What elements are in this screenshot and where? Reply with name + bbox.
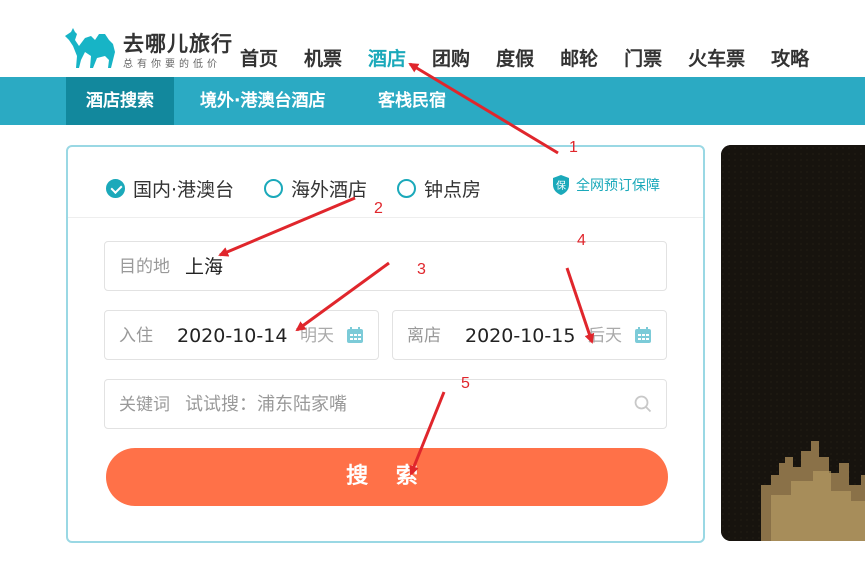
nav-home[interactable]: 首页 (240, 44, 278, 71)
svg-text:保: 保 (556, 179, 566, 192)
tab-inns[interactable]: 客栈民宿 (378, 77, 446, 125)
option-hourly[interactable]: 钟点房 (397, 175, 481, 202)
keyword-label: 关键词 (119, 395, 170, 415)
nav-group-buy[interactable]: 团购 (432, 44, 470, 71)
nav-vacation[interactable]: 度假 (496, 44, 534, 71)
logo-title: 去哪儿旅行 (123, 32, 233, 56)
sub-nav: 酒店搜索 境外·港澳台酒店 客栈民宿 (0, 77, 865, 125)
option-domestic-label: 国内·港澳台 (133, 179, 235, 201)
calendar-icon (347, 327, 363, 343)
checkout-date: 2020-10-15 (465, 325, 576, 347)
nav-cruise[interactable]: 邮轮 (560, 44, 598, 71)
radio-checked-icon (106, 179, 125, 198)
annotation-number-5: 5 (461, 375, 470, 392)
option-overseas[interactable]: 海外酒店 (264, 175, 367, 202)
nav-tickets[interactable]: 门票 (624, 44, 662, 71)
search-icon[interactable] (634, 395, 652, 413)
option-overseas-label: 海外酒店 (291, 179, 368, 201)
annotation-number-1: 1 (569, 139, 578, 156)
site-logo[interactable]: 去哪儿旅行 总有你要的低价 (63, 24, 243, 72)
checkin-label: 入住 (119, 326, 153, 346)
radio-unchecked-icon (264, 179, 283, 198)
annotation-number-4: 4 (577, 232, 586, 249)
tab-hotel-search[interactable]: 酒店搜索 (66, 77, 174, 125)
booking-guarantee-link[interactable]: 保 全网预订保障 (552, 174, 660, 196)
nav-guides[interactable]: 攻略 (771, 44, 809, 71)
nav-train[interactable]: 火车票 (688, 44, 745, 71)
checkin-field[interactable]: 入住 2020-10-14 明天 (104, 310, 379, 360)
hotel-search-panel: 国内·港澳台 海外酒店 钟点房 保 全网预订保障 目的地 上海 入住 2020-… (66, 145, 705, 543)
checkout-day-hint: 后天 (588, 326, 622, 346)
nav-hotels[interactable]: 酒店 (368, 44, 406, 71)
search-button[interactable]: 搜 索 (106, 448, 668, 506)
option-domestic[interactable]: 国内·港澳台 (106, 175, 234, 202)
city-skyline-image (721, 145, 865, 541)
promo-banner[interactable] (721, 145, 865, 541)
destination-value: 上海 (185, 256, 224, 278)
checkin-date: 2020-10-14 (177, 325, 288, 347)
option-hourly-label: 钟点房 (424, 179, 482, 201)
checkout-field[interactable]: 离店 2020-10-15 后天 (392, 310, 667, 360)
camel-logo-icon (65, 28, 115, 68)
calendar-icon (635, 327, 651, 343)
keyword-field[interactable]: 关键词 试试搜：浦东陆家嘴 (104, 379, 667, 429)
checkin-day-hint: 明天 (300, 326, 334, 346)
guarantee-label: 全网预订保障 (576, 178, 660, 194)
keyword-placeholder: 试试搜：浦东陆家嘴 (185, 394, 347, 415)
nav-flights[interactable]: 机票 (304, 44, 342, 71)
panel-divider (68, 217, 703, 218)
tab-overseas-hotels[interactable]: 境外·港澳台酒店 (200, 77, 325, 125)
logo-slogan: 总有你要的低价 (123, 59, 221, 70)
annotation-number-3: 3 (417, 261, 426, 278)
radio-unchecked-icon (397, 179, 416, 198)
shield-icon: 保 (553, 175, 569, 195)
annotation-number-2: 2 (374, 200, 383, 217)
checkout-label: 离店 (407, 326, 441, 346)
destination-label: 目的地 (119, 257, 170, 277)
main-nav: 首页 机票 酒店 团购 度假 邮轮 门票 火车票 攻略 (240, 44, 835, 71)
